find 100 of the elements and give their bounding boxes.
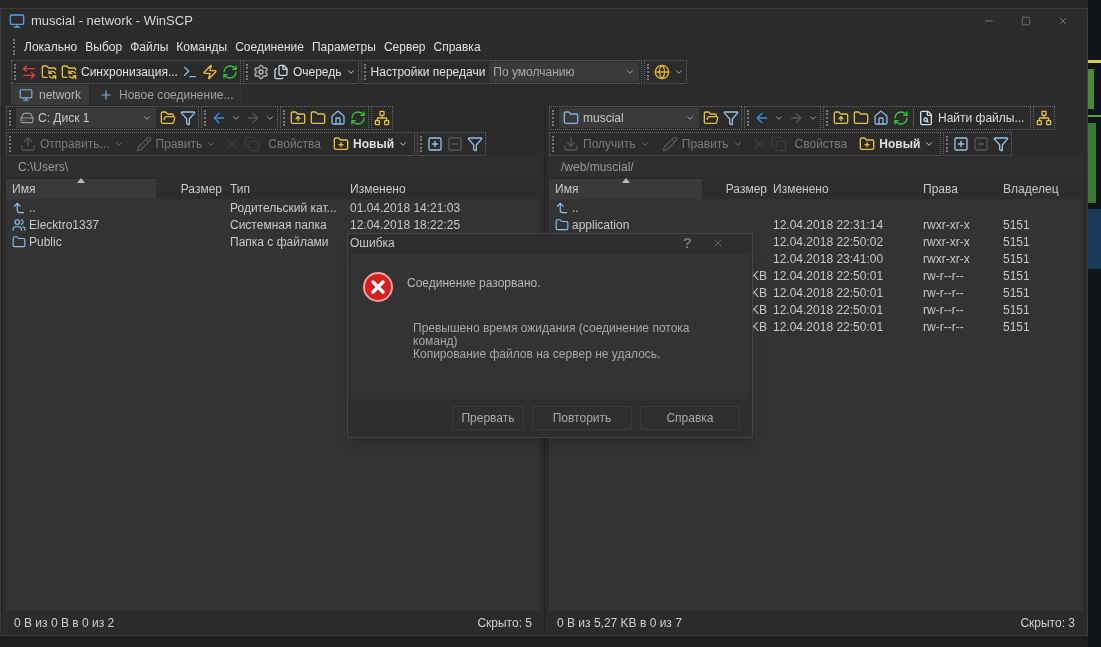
menu-item[interactable]: Справка bbox=[433, 38, 481, 56]
dropdown-caret-icon[interactable] bbox=[674, 67, 685, 77]
file-name[interactable]: .. bbox=[572, 198, 579, 217]
lightning-icon[interactable] bbox=[201, 64, 218, 80]
file-name[interactable]: application bbox=[572, 215, 630, 234]
column-header[interactable]: Тип bbox=[226, 179, 346, 199]
new-folder-icon bbox=[859, 136, 876, 152]
root-folder-icon[interactable] bbox=[853, 110, 869, 126]
menu-item[interactable]: Выбор bbox=[85, 38, 123, 56]
root-folder-icon[interactable] bbox=[310, 110, 326, 126]
filter-icon[interactable] bbox=[467, 136, 484, 152]
file-name[interactable]: .. bbox=[29, 198, 36, 217]
transfer-preset-dropdown[interactable]: По умолчанию bbox=[489, 62, 640, 82]
table-cell-text: 01.04.2018 14:21:03 bbox=[350, 199, 461, 217]
status-text: 0 B из 5,27 KB в 0 из 7 bbox=[557, 615, 682, 632]
table-cell-text: rw-r--r-- bbox=[923, 318, 964, 336]
table-cell-text: Системная папка bbox=[230, 216, 327, 234]
menu-item[interactable]: Соединение bbox=[235, 38, 304, 56]
table-cell-text: 12.04.2018 18:22:25 bbox=[350, 216, 461, 234]
table-cell-text: 5151 bbox=[1003, 267, 1030, 285]
toolbar-button[interactable]: Новый bbox=[855, 135, 939, 153]
expand-icon[interactable] bbox=[953, 136, 970, 152]
path-bar: C:\Users\ bbox=[6, 157, 540, 177]
error-icon bbox=[363, 272, 393, 302]
menu-item[interactable]: Локально bbox=[24, 38, 78, 56]
menu-item[interactable]: Файлы bbox=[130, 38, 169, 56]
column-header[interactable]: Изменено bbox=[769, 179, 919, 199]
dropdown-caret-icon[interactable] bbox=[774, 113, 784, 123]
location-dropdown[interactable]: muscial bbox=[559, 108, 699, 128]
table-cell-text: 5151 bbox=[1003, 216, 1030, 234]
refresh-icon[interactable] bbox=[350, 110, 366, 126]
error-detail: Копирование файлов на сервер не удалось. bbox=[413, 348, 662, 361]
path-bar: /web/muscial/ bbox=[549, 157, 1083, 177]
dropdown-caret-icon[interactable] bbox=[142, 113, 152, 123]
dropdown-caret-icon[interactable] bbox=[685, 113, 695, 123]
menu-item[interactable]: Параметры bbox=[311, 38, 376, 56]
table-cell-text: 5151 bbox=[1003, 318, 1030, 336]
close-icon[interactable] bbox=[1057, 15, 1069, 27]
new-folder-icon bbox=[333, 136, 350, 152]
column-header[interactable]: Права bbox=[919, 179, 999, 199]
table-cell-text: 12.04.2018 22:50:01 bbox=[773, 318, 884, 336]
column-header[interactable]: Имя bbox=[549, 179, 702, 199]
compare-icon[interactable] bbox=[21, 64, 37, 80]
column-header[interactable]: Владелец bbox=[999, 179, 1062, 199]
tree-icon[interactable] bbox=[1036, 110, 1053, 126]
parent-folder-icon bbox=[555, 200, 569, 215]
menu-item[interactable]: Сервер bbox=[383, 38, 426, 56]
error-message: Соединение разорвано. bbox=[407, 275, 542, 292]
refresh-icon[interactable] bbox=[893, 110, 909, 126]
column-header[interactable]: Размер bbox=[156, 179, 226, 199]
back-icon[interactable] bbox=[211, 110, 227, 126]
back-icon[interactable] bbox=[754, 110, 770, 126]
parent-folder-icon bbox=[12, 200, 26, 215]
open-folder-icon[interactable] bbox=[703, 110, 719, 126]
dropdown-caret-icon[interactable] bbox=[265, 113, 275, 123]
column-header[interactable]: Изменено bbox=[346, 179, 496, 199]
session-icon bbox=[19, 88, 33, 102]
hidden-count: Скрыто: 3 bbox=[1020, 615, 1075, 632]
column-header[interactable]: Имя bbox=[6, 179, 156, 199]
folder-icon bbox=[563, 110, 579, 126]
filter-icon[interactable] bbox=[723, 110, 739, 126]
expand-icon[interactable] bbox=[427, 136, 444, 152]
dropdown-caret-icon bbox=[345, 67, 356, 77]
home-icon[interactable] bbox=[330, 110, 346, 126]
globe-icon[interactable] bbox=[654, 64, 671, 80]
tree-icon[interactable] bbox=[374, 110, 390, 126]
dialog-button[interactable]: Повторить bbox=[532, 406, 632, 430]
session-tab[interactable]: network bbox=[11, 85, 90, 105]
error-detail: Превышено время ожидания (соединение потока команд) bbox=[413, 322, 691, 348]
menu-item[interactable]: Команды bbox=[176, 38, 228, 56]
session-tab[interactable]: Новое соединение... bbox=[91, 85, 242, 105]
close-icon[interactable] bbox=[712, 237, 724, 249]
dropdown-caret-icon[interactable] bbox=[231, 113, 241, 123]
parent-folder-icon[interactable] bbox=[833, 110, 849, 126]
filter-icon[interactable] bbox=[993, 136, 1010, 152]
file-name[interactable]: Public bbox=[29, 232, 62, 251]
window-title: muscial - network - WinSCP bbox=[31, 12, 193, 31]
parent-folder-icon[interactable] bbox=[290, 110, 306, 126]
filter-icon[interactable] bbox=[180, 110, 196, 126]
table-cell-text: 12.04.2018 23:41:00 bbox=[773, 250, 884, 268]
open-folder-icon[interactable] bbox=[160, 110, 176, 126]
terminal-icon[interactable] bbox=[181, 64, 198, 80]
users-folder-icon bbox=[12, 217, 26, 232]
toolbar-button[interactable]: Новый bbox=[329, 135, 413, 153]
file-name[interactable]: Elecktro1337 bbox=[29, 215, 100, 234]
sync-folders-icon[interactable] bbox=[41, 64, 57, 80]
dropdown-caret-icon[interactable] bbox=[808, 113, 818, 123]
refresh-icon[interactable] bbox=[221, 64, 238, 80]
new-session-icon bbox=[99, 88, 114, 102]
location-dropdown[interactable]: C: Диск 1 bbox=[16, 108, 156, 128]
dialog-button[interactable]: Справка bbox=[640, 406, 740, 430]
edit-icon bbox=[661, 136, 678, 152]
queue-icon bbox=[272, 64, 289, 80]
column-header[interactable]: Размер bbox=[702, 179, 769, 199]
home-icon[interactable] bbox=[873, 110, 889, 126]
table-cell-text: 12.04.2018 22:50:01 bbox=[773, 301, 884, 319]
dialog-button[interactable]: Прервать bbox=[452, 406, 524, 430]
dropdown-caret-icon bbox=[732, 139, 743, 149]
dropdown-caret-icon[interactable] bbox=[625, 67, 636, 77]
settings-icon[interactable] bbox=[252, 64, 269, 80]
